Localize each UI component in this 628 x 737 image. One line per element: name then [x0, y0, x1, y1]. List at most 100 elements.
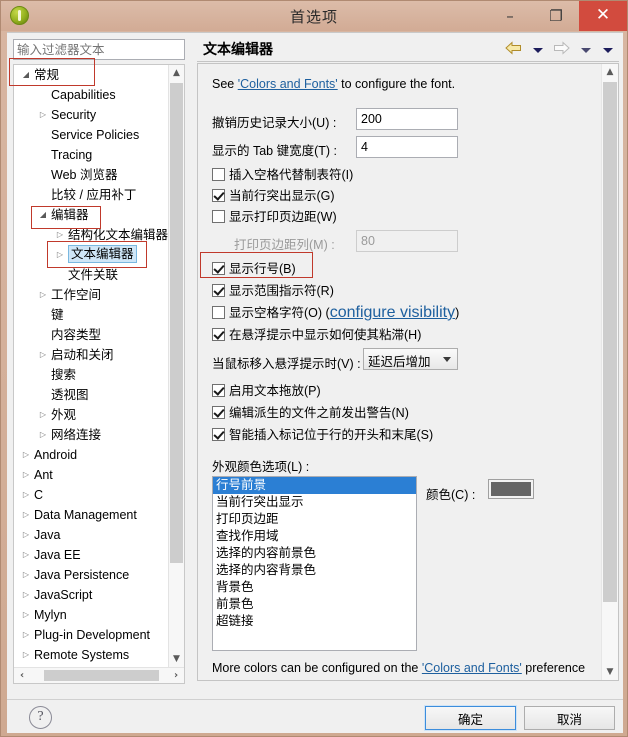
content-scroll-up-icon[interactable]: ▲ — [602, 64, 618, 80]
collapsed-triangle-icon[interactable]: ▷ — [20, 605, 32, 625]
scroll-up-icon[interactable]: ▲ — [169, 65, 184, 81]
collapsed-triangle-icon[interactable]: ▷ — [37, 405, 49, 425]
content-scroll-down-icon[interactable]: ▼ — [602, 664, 618, 680]
collapsed-triangle-icon[interactable]: ▷ — [20, 625, 32, 645]
tree-horizontal-scrollbar[interactable]: ‹ › — [14, 667, 184, 683]
undo-history-input[interactable] — [356, 108, 458, 130]
checkbox-box[interactable] — [212, 284, 225, 297]
scroll-down-icon[interactable]: ▼ — [169, 651, 184, 667]
minimize-button[interactable]: – — [487, 1, 533, 31]
tree-item[interactable]: ▷ 结构化文本编辑器 — [14, 225, 168, 245]
tree-item[interactable]: ▷ C — [14, 485, 168, 505]
content-vertical-scrollbar[interactable]: ▲ ▼ — [601, 64, 618, 680]
tree-item[interactable]: ▷ Remote Systems — [14, 645, 168, 665]
tree-item[interactable]: ▷ Java EE — [14, 545, 168, 565]
checkbox-warn-derived[interactable]: 编辑派生的文件之前发出警告(N) — [212, 402, 409, 420]
tree-item[interactable]: Capabilities — [14, 85, 168, 105]
forward-dropdown-icon[interactable] — [580, 48, 591, 53]
checkbox-box[interactable] — [212, 306, 225, 319]
help-icon[interactable]: ? — [29, 706, 52, 729]
tree-vscroll-thumb[interactable] — [170, 83, 183, 563]
filter-input[interactable] — [13, 39, 185, 60]
tree-item[interactable]: ▷ Data Management — [14, 505, 168, 525]
scroll-left-icon[interactable]: ‹ — [14, 668, 30, 683]
back-dropdown-icon[interactable] — [532, 48, 543, 53]
checkbox-box[interactable] — [212, 428, 225, 441]
checkbox-show-whitespace[interactable]: 显示空格字符(O) (configure visibility) — [212, 302, 459, 321]
expanded-triangle-icon[interactable]: ◢ — [37, 205, 49, 225]
collapsed-triangle-icon[interactable]: ▷ — [20, 525, 32, 545]
tree-item[interactable]: 搜索 — [14, 365, 168, 385]
color-list-item[interactable]: 背景色 — [213, 579, 416, 596]
color-list-item[interactable]: 前景色 — [213, 596, 416, 613]
color-list-item[interactable]: 打印页边距 — [213, 511, 416, 528]
checkbox-box[interactable] — [212, 384, 225, 397]
checkbox-box[interactable] — [212, 189, 225, 202]
color-list-item[interactable]: 查找作用域 — [213, 528, 416, 545]
checkbox-text-drag-drop[interactable]: 启用文本拖放(P) — [212, 380, 321, 398]
tab-width-input[interactable] — [356, 136, 458, 158]
tree-item[interactable]: ◢ 常规 — [14, 65, 168, 85]
tree-item[interactable]: ▷ 网络连接 — [14, 425, 168, 445]
tree-item[interactable]: 透视图 — [14, 385, 168, 405]
color-list-item[interactable]: 当前行突出显示 — [213, 494, 416, 511]
collapsed-triangle-icon[interactable]: ▷ — [37, 345, 49, 365]
checkbox-box[interactable] — [212, 406, 225, 419]
tree-item[interactable]: 内容类型 — [14, 325, 168, 345]
checkbox-box[interactable] — [212, 328, 225, 341]
tree-item[interactable]: 比较 / 应用补丁 — [14, 185, 168, 205]
tree-hscroll-thumb[interactable] — [44, 670, 159, 681]
collapsed-triangle-icon[interactable]: ▷ — [20, 505, 32, 525]
collapsed-triangle-icon[interactable]: ▷ — [54, 225, 66, 245]
collapsed-triangle-icon[interactable]: ▷ — [20, 565, 32, 585]
collapsed-triangle-icon[interactable]: ▷ — [20, 485, 32, 505]
checkbox-show-print-margin[interactable]: 显示打印页边距(W) — [212, 206, 337, 224]
collapsed-triangle-icon[interactable]: ▷ — [20, 545, 32, 565]
content-vscroll-thumb[interactable] — [603, 82, 617, 602]
checkbox-smart-caret[interactable]: 智能插入标记位于行的开头和末尾(S) — [212, 424, 433, 442]
tree-item[interactable]: ▷ JavaScript — [14, 585, 168, 605]
history-dropdown-icon[interactable] — [603, 48, 613, 53]
checkbox-box[interactable] — [212, 168, 225, 181]
checkbox-box[interactable] — [212, 262, 225, 275]
collapsed-triangle-icon[interactable]: ▷ — [20, 585, 32, 605]
configure-visibility-link[interactable]: configure visibility — [330, 304, 455, 321]
tree-item[interactable]: ▷ Android — [14, 445, 168, 465]
expanded-triangle-icon[interactable]: ◢ — [20, 65, 32, 85]
tree-item[interactable]: 文件关联 — [14, 265, 168, 285]
color-list-item[interactable]: 选择的内容前景色 — [213, 545, 416, 562]
checkbox-hover-sticky[interactable]: 在悬浮提示中显示如何使其粘滞(H) — [212, 324, 421, 342]
collapsed-triangle-icon[interactable]: ▷ — [37, 285, 49, 305]
checkbox-insert-spaces[interactable]: 插入空格代替制表符(I) — [212, 164, 353, 182]
appearance-color-list[interactable]: 行号前景 当前行突出显示 打印页边距 查找作用域 选择的内容前景色 选择的内容背景色 背景色… — [212, 476, 417, 651]
checkbox-highlight-current-line[interactable]: 当前行突出显示(G) — [212, 185, 335, 203]
color-list-item[interactable]: 超链接 — [213, 613, 416, 630]
tree-item[interactable]: Web 浏览器 — [14, 165, 168, 185]
tree-item[interactable]: ▷ 工作空间 — [14, 285, 168, 305]
tree-item[interactable]: ▷ Ant — [14, 465, 168, 485]
tree-item[interactable]: ▷ Java Persistence — [14, 565, 168, 585]
tree-item[interactable]: Tracing — [14, 145, 168, 165]
collapsed-triangle-icon[interactable]: ▷ — [20, 645, 32, 665]
colors-and-fonts-link[interactable]: 'Colors and Fonts' — [238, 77, 338, 91]
tree-item[interactable]: ▷ Mylyn — [14, 605, 168, 625]
color-list-item[interactable]: 选择的内容背景色 — [213, 562, 416, 579]
tree-item[interactable]: ▷ 文本编辑器 — [14, 245, 168, 265]
collapsed-triangle-icon[interactable]: ▷ — [37, 425, 49, 445]
tree-item[interactable]: 键 — [14, 305, 168, 325]
tree-item[interactable]: ◢ 编辑器 — [14, 205, 168, 225]
ok-button[interactable]: 确定 — [424, 705, 517, 731]
tree-item[interactable]: ▷ Plug-in Development — [14, 625, 168, 645]
tree-item[interactable]: ▷ 启动和关闭 — [14, 345, 168, 365]
tree-item[interactable]: ▷ Security — [14, 105, 168, 125]
tree-vertical-scrollbar[interactable]: ▲ ▼ — [168, 65, 184, 667]
close-button[interactable]: ✕ — [579, 1, 627, 31]
maximize-button[interactable]: ❐ — [533, 1, 579, 31]
tree-item[interactable]: ▷ 外观 — [14, 405, 168, 425]
footer-colors-and-fonts-link[interactable]: 'Colors and Fonts' — [422, 661, 522, 675]
checkbox-show-range-indicator[interactable]: 显示范围指示符(R) — [212, 280, 334, 298]
tree-item[interactable]: Service Policies — [14, 125, 168, 145]
cancel-button[interactable]: 取消 — [524, 706, 615, 730]
collapsed-triangle-icon[interactable]: ▷ — [37, 105, 49, 125]
collapsed-triangle-icon[interactable]: ▷ — [20, 465, 32, 485]
